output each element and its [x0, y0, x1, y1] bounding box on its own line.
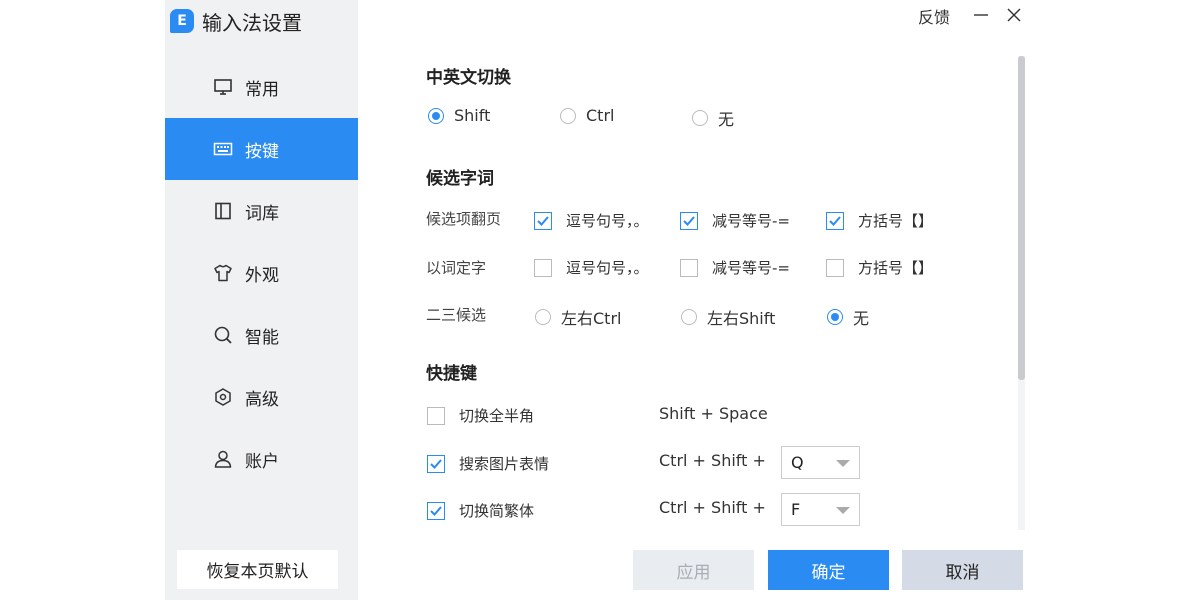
- radio-circle: [681, 309, 697, 325]
- chevron-down-icon: [836, 460, 850, 467]
- section-title-hotkeys: 快捷键: [426, 364, 477, 384]
- checkbox-hotkey-image-emoji-search[interactable]: 搜索图片表情: [427, 453, 549, 474]
- app-title-bar: E 输入法设置: [170, 6, 302, 36]
- select-value: F: [791, 500, 801, 519]
- checkbox-box: [826, 258, 844, 277]
- hexagon-gear-icon: [213, 387, 233, 407]
- sidebar-item-common[interactable]: 常用: [165, 56, 358, 118]
- radio-circle: [535, 309, 551, 325]
- sidebar-item-account[interactable]: 账户: [165, 428, 358, 490]
- sidebar-item-label: 外观: [245, 265, 279, 286]
- checkbox-hotkey-simplified-traditional[interactable]: 切换简繁体: [427, 500, 534, 521]
- sidebar-item-label: 智能: [245, 327, 279, 348]
- sidebar-nav: 常用 按键 词库 外观 智能 高级 账户: [165, 56, 358, 490]
- radio-switch-none[interactable]: 无: [692, 106, 734, 130]
- check-icon: [430, 458, 442, 469]
- checkbox-word-minus-equal[interactable]: 减号等号-=: [680, 257, 790, 278]
- settings-content: 中英文切换 Shift Ctrl 无 候选字词 候选项翻页 逗号句号，。 减号等…: [358, 0, 1033, 540]
- app-logo-icon: E: [170, 9, 194, 33]
- app-title: 输入法设置: [202, 10, 302, 35]
- radio-second-third-none[interactable]: 无: [827, 305, 869, 329]
- checkbox-word-brackets[interactable]: 方括号【】: [826, 257, 933, 278]
- radio-circle: [428, 107, 444, 124]
- checkbox-box: [534, 258, 552, 277]
- checkbox-label: 搜索图片表情: [459, 455, 550, 473]
- checkbox-box: [427, 406, 445, 425]
- chevron-down-icon: [836, 507, 850, 514]
- checkbox-hotkey-full-half-width[interactable]: 切换全半角: [427, 405, 534, 426]
- check-icon: [537, 215, 549, 226]
- sidebar-item-label: 词库: [245, 203, 279, 224]
- select-value: Q: [791, 453, 804, 472]
- user-icon: [213, 449, 233, 469]
- restore-defaults-button[interactable]: 恢复本页默认: [177, 550, 338, 589]
- checkbox-box: [427, 501, 445, 520]
- cancel-button[interactable]: 取消: [902, 550, 1023, 590]
- checkbox-paging-minus-equal[interactable]: 减号等号-=: [680, 210, 790, 231]
- section-title-candidates: 候选字词: [426, 169, 494, 189]
- keyboard-icon: [213, 139, 233, 159]
- radio-second-third-ctrl[interactable]: 左右Ctrl: [535, 305, 621, 329]
- sidebar-item-label: 按键: [245, 141, 279, 162]
- shortcut-text: Ctrl + Shift +: [659, 498, 766, 517]
- hotkey-key-select[interactable]: F: [781, 493, 860, 526]
- radio-label: 左右Ctrl: [561, 309, 622, 328]
- checkbox-label: 减号等号-=: [712, 259, 790, 277]
- sidebar: E 输入法设置 常用 按键 词库 外观 智能 高级 账户 恢复本页默认: [165, 0, 358, 600]
- ok-button[interactable]: 确定: [768, 550, 889, 590]
- settings-window: E 输入法设置 常用 按键 词库 外观 智能 高级 账户 恢复本页默认 反馈 中…: [165, 0, 1033, 600]
- radio-label: 左右Shift: [707, 309, 776, 328]
- section-title-cn-en-switch: 中英文切换: [426, 68, 511, 88]
- book-icon: [213, 201, 233, 221]
- radio-label: Shift: [454, 106, 491, 125]
- checkbox-box: [534, 211, 552, 230]
- checkbox-label: 切换全半角: [459, 407, 535, 425]
- checkbox-label: 切换简繁体: [459, 502, 535, 520]
- check-icon: [430, 505, 442, 516]
- row-label-second-third: 二三候选: [426, 306, 487, 324]
- sidebar-item-smart[interactable]: 智能: [165, 304, 358, 366]
- radio-label: 无: [718, 110, 735, 129]
- checkbox-label: 方括号【】: [858, 212, 934, 230]
- radio-label: 无: [853, 309, 870, 328]
- checkbox-paging-comma-period[interactable]: 逗号句号，。: [534, 210, 649, 231]
- radio-circle: [560, 107, 576, 124]
- check-icon: [683, 215, 695, 226]
- checkbox-paging-brackets[interactable]: 方括号【】: [826, 210, 933, 231]
- radio-second-third-shift[interactable]: 左右Shift: [681, 305, 775, 329]
- shortcut-text: Shift + Space: [659, 404, 768, 423]
- check-icon: [829, 215, 841, 226]
- checkbox-label: 减号等号-=: [712, 212, 790, 230]
- sidebar-item-dictionary[interactable]: 词库: [165, 180, 358, 242]
- hotkey-key-select[interactable]: Q: [781, 446, 860, 479]
- sidebar-item-advanced[interactable]: 高级: [165, 366, 358, 428]
- checkbox-label: 逗号句号，。: [566, 212, 649, 230]
- shortcut-text: Ctrl + Shift +: [659, 451, 766, 470]
- apply-button[interactable]: 应用: [633, 550, 754, 590]
- sidebar-item-keys[interactable]: 按键: [165, 118, 358, 180]
- radio-circle: [692, 110, 708, 126]
- checkbox-label: 逗号句号，。: [566, 259, 649, 277]
- checkbox-box: [680, 211, 698, 230]
- radio-circle: [827, 309, 843, 325]
- checkbox-box: [427, 454, 445, 473]
- sidebar-item-label: 高级: [245, 389, 279, 410]
- radio-switch-ctrl[interactable]: Ctrl: [560, 106, 614, 125]
- row-label-paging: 候选项翻页: [426, 210, 502, 228]
- monitor-icon: [213, 77, 233, 97]
- checkbox-box: [826, 211, 844, 230]
- radio-label: Ctrl: [586, 106, 615, 125]
- search-icon: [213, 325, 233, 345]
- scrollbar-thumb[interactable]: [1018, 56, 1025, 380]
- checkbox-box: [680, 258, 698, 277]
- radio-switch-shift[interactable]: Shift: [428, 106, 490, 125]
- checkbox-word-comma-period[interactable]: 逗号句号，。: [534, 257, 649, 278]
- sidebar-item-appearance[interactable]: 外观: [165, 242, 358, 304]
- checkbox-label: 方括号【】: [858, 259, 934, 277]
- shirt-icon: [213, 263, 233, 283]
- row-label-word-to-char: 以词定字: [426, 259, 487, 277]
- sidebar-item-label: 常用: [245, 79, 279, 100]
- sidebar-item-label: 账户: [245, 451, 279, 472]
